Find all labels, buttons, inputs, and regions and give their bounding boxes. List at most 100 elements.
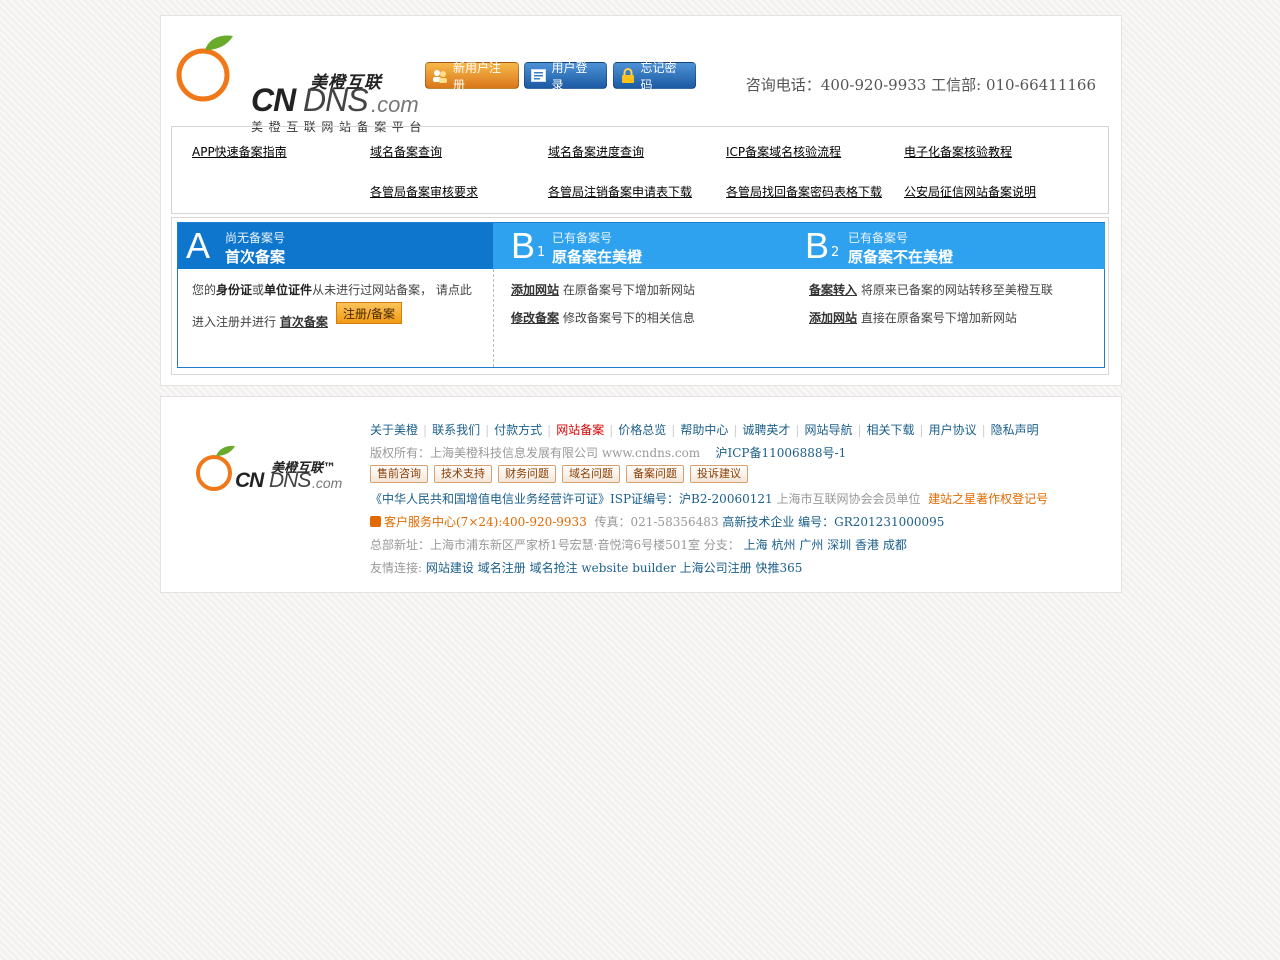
footer-address: 总部新址：上海市浦东新区严家桥1号宏慧·音悦湾6号楼501室 分支： bbox=[370, 538, 740, 552]
guide-link-e-verify[interactable]: 电子化备案核验教程 bbox=[904, 143, 1012, 160]
login-label: 用户登录 bbox=[551, 60, 588, 92]
step-b2-item-2-desc: 直接在原备案号下增加新网站 bbox=[860, 311, 1017, 325]
pill-presales[interactable]: 售前咨询 bbox=[370, 465, 428, 483]
friend-link-kuaitui[interactable]: 快推365 bbox=[755, 561, 802, 575]
form-icon bbox=[531, 69, 547, 83]
footer-hightech-link[interactable]: 高新技术企业 编号：GR201231000095 bbox=[722, 515, 944, 529]
cndns-logo[interactable]: 美橙互联 CN DNS .com 美橙互联网站备案平台 bbox=[175, 32, 421, 134]
user-login-button[interactable]: 用户登录 bbox=[524, 61, 607, 92]
footer-fax: 传真：021-58356483 bbox=[594, 515, 719, 529]
footer-address-line: 总部新址：上海市浦东新区严家桥1号宏慧·音悦湾6号楼501室 分支： 上海 杭州… bbox=[370, 536, 907, 553]
footer-icp-link[interactable]: 沪ICP备11006888号-1 bbox=[715, 446, 846, 460]
top-panel: 美橙互联 CN DNS .com 美橙互联网站备案平台 新用户注册 用户登录 忘… bbox=[160, 15, 1122, 386]
register-label: 新用户注册 bbox=[453, 60, 502, 92]
friend-link-domain-register[interactable]: 域名注册 bbox=[478, 561, 526, 575]
step-b1-item-2: 修改备案 修改备案号下的相关信息 bbox=[511, 309, 695, 326]
step-b-header: B 1 已有备案号 原备案在美橙 B 2 已有备案号 原备案不在美橙 bbox=[493, 223, 1105, 269]
step-b1-letter: B bbox=[511, 225, 536, 266]
footer-nav-agreement[interactable]: 用户协议 bbox=[929, 423, 977, 437]
friend-link-domain-snap[interactable]: 域名抢注 bbox=[530, 561, 578, 575]
step-b1-title: 原备案在美橙 bbox=[552, 248, 643, 266]
step-a-text-post: 从未进行过网站备案， 请点此 bbox=[312, 283, 472, 297]
footer-nav-privacy[interactable]: 隐私声明 bbox=[991, 423, 1039, 437]
step-b2-letter: B bbox=[805, 225, 830, 266]
step-a-idcard: 身份证 bbox=[216, 283, 253, 297]
footer-logo-dns: DNS bbox=[269, 469, 311, 492]
pill-complaint[interactable]: 投诉建议 bbox=[690, 465, 748, 483]
footer-service: 客户服务中心(7×24):400-920-9933 bbox=[384, 515, 587, 529]
guide-link-cancel-form[interactable]: 各管局注销备案申请表下载 bbox=[548, 183, 692, 200]
step-b1-small: 已有备案号 bbox=[552, 231, 613, 245]
step-a-small: 尚无备案号 bbox=[225, 231, 286, 245]
friend-link-company-register[interactable]: 上海公司注册 bbox=[680, 561, 752, 575]
service-icon bbox=[370, 516, 381, 527]
step-a-or: 或 bbox=[252, 283, 265, 297]
footer-logo[interactable]: 美橙互联™ CN DNS .com bbox=[195, 441, 350, 493]
footer-nav-beian[interactable]: 网站备案 bbox=[556, 423, 604, 437]
step-a-title: 首次备案 bbox=[225, 248, 286, 266]
footer-nav-help[interactable]: 帮助中心 bbox=[680, 423, 728, 437]
footer-nav-contact[interactable]: 联系我们 bbox=[432, 423, 480, 437]
add-website-link[interactable]: 添加网站 bbox=[511, 283, 559, 297]
footer-nav-about[interactable]: 关于美橙 bbox=[370, 423, 418, 437]
users-icon bbox=[432, 69, 448, 83]
footer-license-link[interactable]: 《中华人民共和国增值电信业务经营许可证》ISP证编号：沪B2-20060121 bbox=[370, 492, 773, 506]
footer-copyright: 版权所有：上海美橙科技信息发展有限公司 www.cndns.com bbox=[370, 446, 701, 460]
friend-link-website-builder[interactable]: website builder bbox=[581, 561, 675, 575]
lock-icon bbox=[620, 68, 636, 83]
branch-shenzhen[interactable]: 深圳 bbox=[827, 538, 851, 552]
footer-friends-line: 友情连接: 网站建设 域名注册 域名抢注 website builder 上海公… bbox=[370, 559, 802, 576]
footer-nav-pricing[interactable]: 价格总览 bbox=[618, 423, 666, 437]
step-b1-item-1: 添加网站 在原备案号下增加新网站 bbox=[511, 281, 695, 298]
branch-hangzhou[interactable]: 杭州 bbox=[771, 538, 795, 552]
footer-panel: 美橙互联™ CN DNS .com 关于美橙 | 联系我们 | 付款方式 | 网站备案 | 价格… bbox=[160, 396, 1122, 593]
friend-link-website-build[interactable]: 网站建设 bbox=[426, 561, 474, 575]
forgot-password-button[interactable]: 忘记密码 bbox=[613, 61, 696, 92]
footer-nav-payment[interactable]: 付款方式 bbox=[494, 423, 542, 437]
footer-license-line: 《中华人民共和国增值电信业务经营许可证》ISP证编号：沪B2-20060121 … bbox=[370, 490, 1048, 507]
modify-beian-link[interactable]: 修改备案 bbox=[511, 311, 559, 325]
footer-copyright-reg-link[interactable]: 建站之星著作权登记号 bbox=[928, 492, 1048, 506]
guide-link-domain-query[interactable]: 域名备案查询 bbox=[370, 143, 442, 160]
pill-domain[interactable]: 域名问题 bbox=[562, 465, 620, 483]
footer-nav-sitemap[interactable]: 网站导航 bbox=[804, 423, 852, 437]
transfer-beian-link[interactable]: 备案转入 bbox=[809, 283, 857, 297]
footer-copyright-line: 版权所有：上海美橙科技信息发展有限公司 www.cndns.com 沪ICP备1… bbox=[370, 444, 846, 461]
guide-link-progress-query[interactable]: 域名备案进度查询 bbox=[548, 143, 644, 160]
guide-link-police-beian[interactable]: 公安局征信网站备案说明 bbox=[904, 183, 1036, 200]
step-a-letter: A bbox=[186, 225, 211, 266]
first-beian-link[interactable]: 首次备案 bbox=[280, 315, 328, 329]
guide-link-password-form[interactable]: 各管局找回备案密码表格下载 bbox=[726, 183, 882, 200]
new-user-register-button[interactable]: 新用户注册 bbox=[425, 61, 519, 92]
branch-hongkong[interactable]: 香港 bbox=[855, 538, 879, 552]
step-b2-title: 原备案不在美橙 bbox=[848, 248, 954, 266]
guide-links-box: APP快速备案指南 域名备案查询 域名备案进度查询 ICP备案域名核验流程 电子… bbox=[171, 126, 1109, 214]
pill-beian[interactable]: 备案问题 bbox=[626, 465, 684, 483]
logo-cn: CN bbox=[251, 82, 296, 118]
guide-link-review-requirements[interactable]: 各管局备案审核要求 bbox=[370, 183, 478, 200]
forgot-label: 忘记密码 bbox=[640, 60, 677, 92]
guide-link-app[interactable]: APP快速备案指南 bbox=[192, 143, 287, 160]
pill-tech-support[interactable]: 技术支持 bbox=[434, 465, 492, 483]
guide-link-icp-verify[interactable]: ICP备案域名核验流程 bbox=[726, 143, 841, 160]
branch-chengdu[interactable]: 成都 bbox=[883, 538, 907, 552]
register-beian-button[interactable]: 注册/备案 bbox=[336, 302, 402, 324]
step-b1-num: 1 bbox=[537, 245, 546, 260]
orange-logo-icon bbox=[176, 35, 233, 102]
step-a-header: A 尚无备案号 首次备案 bbox=[178, 223, 493, 269]
footer-nav-downloads[interactable]: 相关下载 bbox=[867, 423, 915, 437]
footer-pills: 售前咨询 技术支持 财务问题 域名问题 备案问题 投诉建议 bbox=[370, 465, 754, 483]
footer-member: 上海市互联网协会会员单位 bbox=[776, 492, 921, 506]
step-a-orgcert: 单位证件 bbox=[264, 283, 313, 297]
step-b2-small: 已有备案号 bbox=[848, 231, 909, 245]
step-a-line2-text: 进入注册并进行 bbox=[192, 315, 277, 329]
pill-finance[interactable]: 财务问题 bbox=[498, 465, 556, 483]
logo-com: .com bbox=[371, 92, 419, 117]
beian-steps-box: A 尚无备案号 首次备案 B 1 已有备案号 原备案在美橙 B 2 已有备案号 … bbox=[177, 222, 1105, 368]
footer-nav-jobs[interactable]: 诚聘英才 bbox=[742, 423, 790, 437]
branch-guangzhou[interactable]: 广州 bbox=[799, 538, 823, 552]
add-website-b2-link[interactable]: 添加网站 bbox=[809, 311, 857, 325]
footer-nav: 关于美橙 | 联系我们 | 付款方式 | 网站备案 | 价格总览 | 帮助中心 | 诚聘英才 | 网站导航 |… bbox=[370, 423, 1039, 437]
branch-shanghai[interactable]: 上海 bbox=[744, 538, 768, 552]
friends-label: 友情连接: bbox=[370, 561, 423, 575]
